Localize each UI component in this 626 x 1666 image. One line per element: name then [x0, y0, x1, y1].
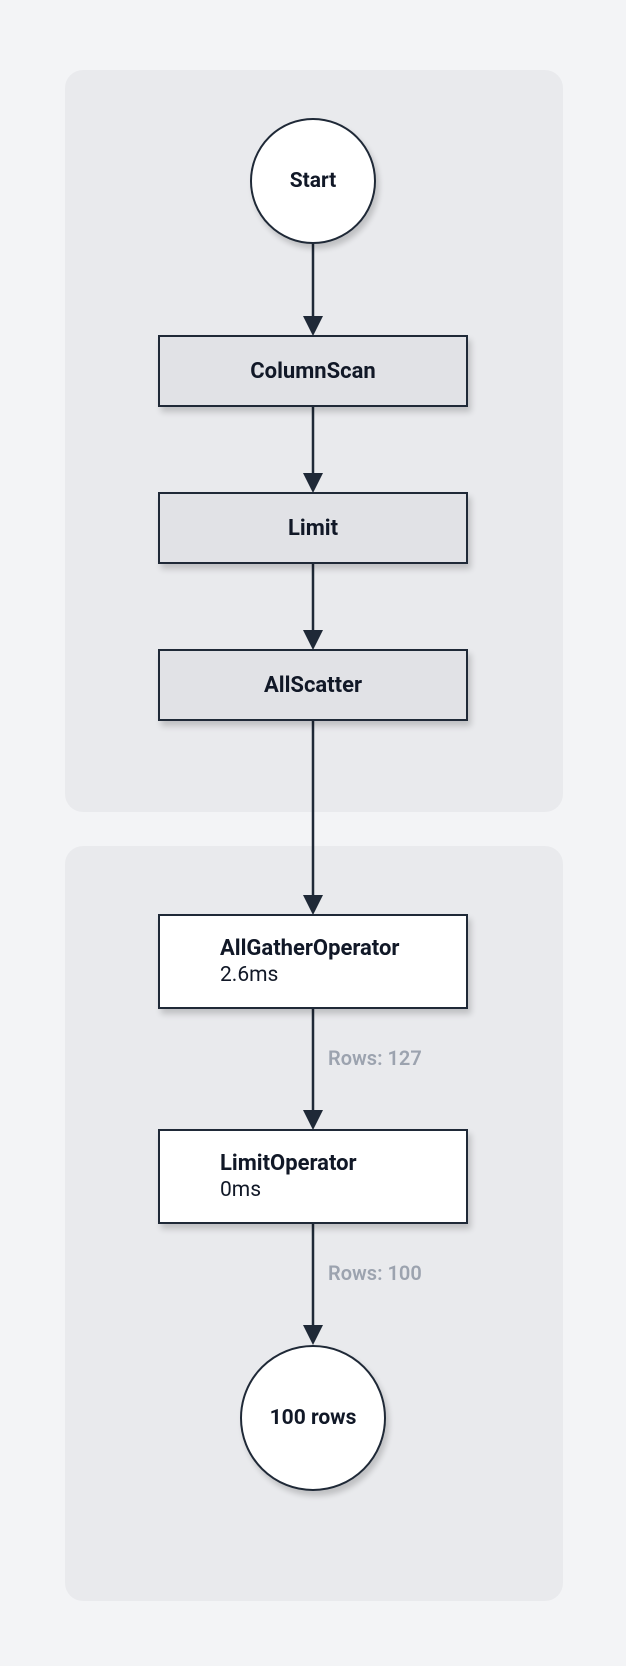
start-label: Start [290, 169, 337, 193]
column-scan-label: ColumnScan [250, 359, 375, 384]
edge-label-limit-end: Rows: 100 [328, 1261, 422, 1285]
all-scatter-label: AllScatter [264, 673, 362, 698]
limit-node: Limit [158, 492, 468, 564]
start-node: Start [250, 118, 376, 244]
end-label: 100 rows [270, 1406, 357, 1430]
limit-label: Limit [288, 516, 338, 541]
all-gather-node: AllGatherOperator 2.6ms [158, 914, 468, 1009]
all-scatter-node: AllScatter [158, 649, 468, 721]
all-gather-title: AllGatherOperator [220, 936, 399, 961]
limit-operator-node: LimitOperator 0ms [158, 1129, 468, 1224]
edge-label-gather-limit: Rows: 127 [328, 1046, 422, 1070]
column-scan-node: ColumnScan [158, 335, 468, 407]
limit-operator-sub: 0ms [220, 1178, 261, 1202]
limit-operator-title: LimitOperator [220, 1151, 357, 1176]
all-gather-sub: 2.6ms [220, 963, 278, 987]
end-node: 100 rows [240, 1345, 386, 1491]
